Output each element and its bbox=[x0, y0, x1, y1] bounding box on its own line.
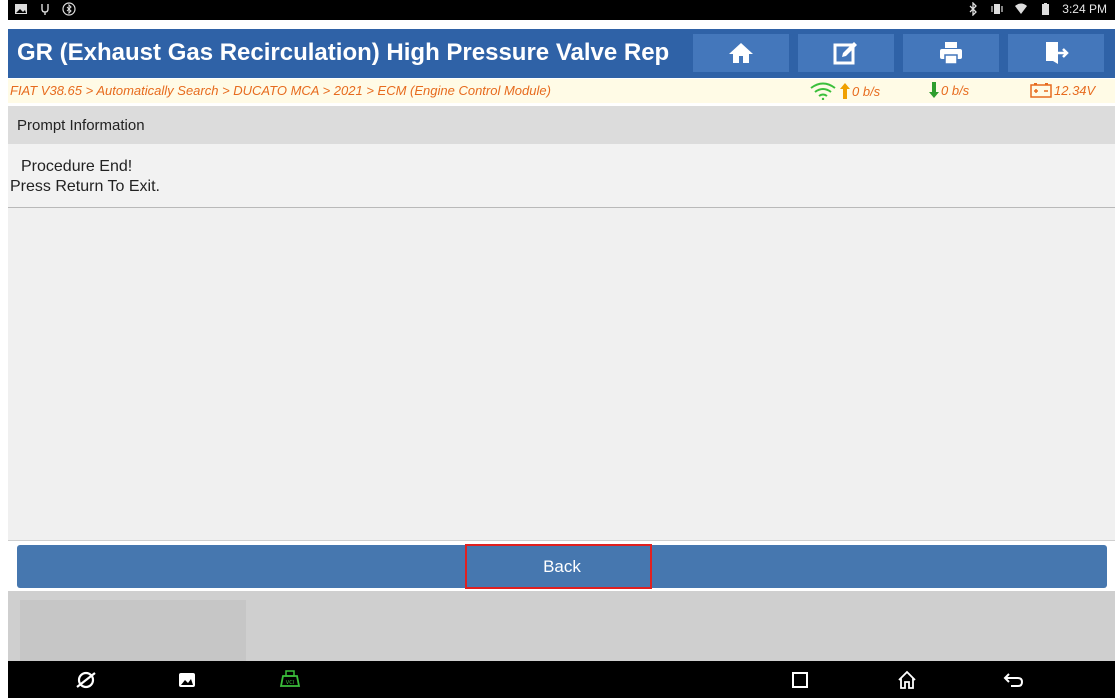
edit-icon bbox=[833, 42, 857, 65]
back-nav-icon[interactable] bbox=[1003, 670, 1025, 690]
svg-text:VCI: VCI bbox=[286, 680, 294, 686]
bluetooth-settings-icon bbox=[62, 2, 76, 16]
download-rate-value: 0 b/s bbox=[941, 82, 970, 98]
recents-icon[interactable] bbox=[789, 670, 811, 690]
wifi-signal-icon bbox=[810, 82, 836, 100]
navigation-bar: VCI bbox=[8, 661, 1115, 698]
status-time: 3:24 PM bbox=[1062, 2, 1107, 16]
exit-icon bbox=[1046, 42, 1069, 64]
vci-icon[interactable]: VCI bbox=[279, 670, 301, 690]
gallery-icon[interactable] bbox=[176, 670, 198, 690]
home-icon bbox=[729, 43, 753, 63]
print-icon bbox=[940, 42, 962, 65]
car-battery-icon bbox=[1030, 83, 1052, 98]
usb-icon bbox=[41, 4, 49, 15]
title-bar: GR (Exhaust Gas Recirculation) High Pres… bbox=[8, 29, 1115, 78]
upload-rate-value: 0 b/s bbox=[852, 83, 881, 99]
bottom-panel-area bbox=[8, 591, 1115, 661]
breadcrumb: FIAT V38.65 > Automatically Search > DUC… bbox=[8, 79, 1115, 103]
print-button[interactable] bbox=[903, 34, 999, 72]
page-title: GR (Exhaust Gas Recirculation) High Pres… bbox=[17, 39, 670, 66]
wifi-icon bbox=[1015, 3, 1028, 14]
bottom-panel bbox=[20, 600, 246, 661]
vibrate-icon bbox=[991, 4, 1003, 14]
voltage-value: 12.34V bbox=[1054, 82, 1096, 98]
divider bbox=[8, 540, 1115, 541]
edit-button[interactable] bbox=[798, 34, 894, 72]
exit-button[interactable] bbox=[1008, 34, 1104, 72]
prompt-header: Prompt Information bbox=[8, 106, 1115, 144]
breadcrumb-path: FIAT V38.65 > Automatically Search > DUC… bbox=[10, 83, 551, 98]
home-nav-icon[interactable] bbox=[896, 670, 918, 690]
message-box: Procedure End! Press Return To Exit. bbox=[8, 144, 1115, 208]
message-line-1: Procedure End! bbox=[21, 158, 133, 175]
upload-rate: 0 b/s bbox=[808, 82, 880, 100]
bluetooth-icon bbox=[969, 2, 978, 16]
browser-icon[interactable] bbox=[75, 670, 97, 690]
battery-voltage: 12.34V bbox=[1030, 82, 1095, 98]
gallery-notification-icon bbox=[15, 4, 27, 14]
prompt-header-label: Prompt Information bbox=[17, 117, 145, 134]
battery-icon bbox=[1042, 3, 1050, 15]
message-line-2: Press Return To Exit. bbox=[10, 178, 160, 195]
home-button[interactable] bbox=[693, 34, 789, 72]
download-rate: 0 b/s bbox=[929, 82, 969, 98]
back-button-highlight bbox=[465, 544, 652, 589]
prompt-content: Procedure End! Press Return To Exit. bbox=[8, 144, 1115, 540]
download-arrow-icon bbox=[929, 82, 939, 98]
upload-arrow-icon bbox=[840, 83, 850, 99]
status-bar: 3:24 PM bbox=[8, 0, 1115, 20]
